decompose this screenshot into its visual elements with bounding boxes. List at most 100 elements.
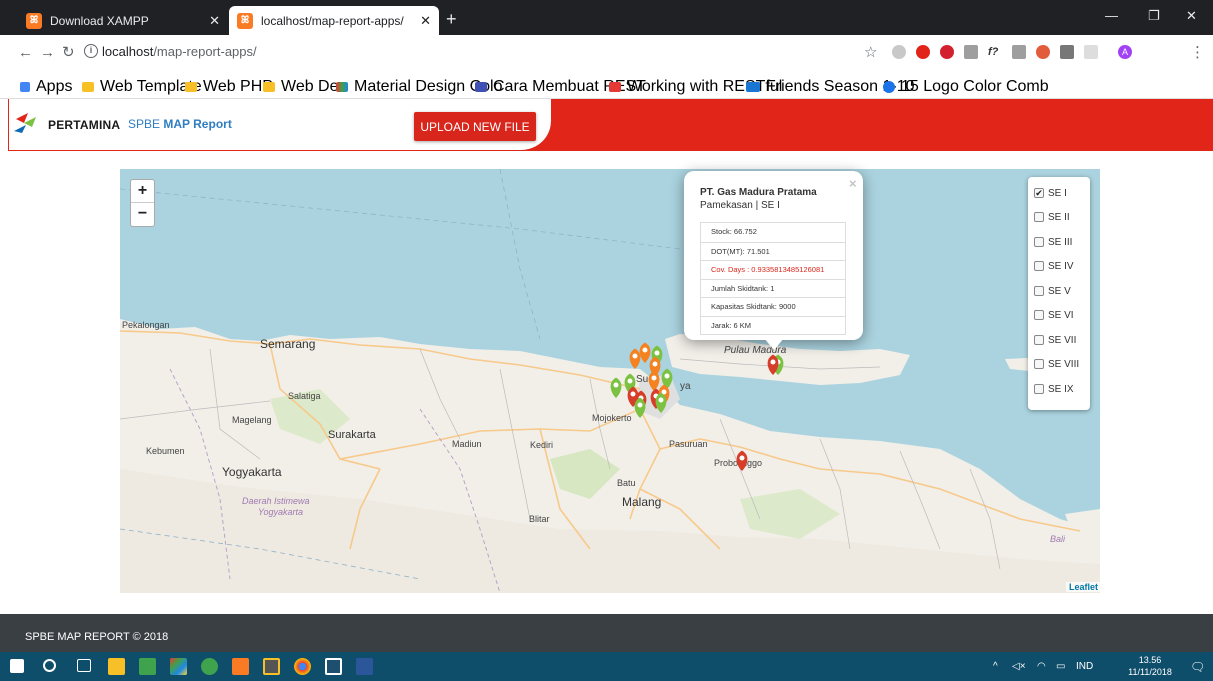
map-marker[interactable] [648, 370, 660, 391]
popup-row-dot: DOT(MT): 71.501 [701, 241, 845, 261]
checkbox-icon[interactable] [1034, 384, 1044, 394]
popup-row-distance: Jarak: 6 KM [701, 315, 845, 335]
layer-se-2[interactable]: SE II [1034, 209, 1070, 225]
file-explorer-icon[interactable] [108, 658, 125, 675]
map-marker[interactable] [639, 342, 651, 363]
layer-se-4[interactable]: SE IV [1034, 258, 1074, 274]
popup-close-icon[interactable]: × [849, 176, 857, 191]
checkbox-icon[interactable] [1034, 237, 1044, 247]
reload-icon[interactable]: ↻ [62, 43, 75, 61]
popup-row-cov-days: Cov. Days : 0.9335813485126081 [701, 260, 845, 279]
map-marker[interactable] [736, 450, 748, 471]
tab-map-report[interactable]: ꕤ localhost/map-report-apps/ ✕ [229, 6, 439, 35]
tab-download-xampp[interactable]: ꕤ Download XAMPP ✕ [18, 6, 228, 35]
layer-se-9[interactable]: SE IX [1034, 381, 1074, 397]
bookmark-web-template[interactable]: Web Template [82, 78, 202, 96]
bookmark-logo-color[interactable]: 15 Logo Color Comb [883, 78, 1049, 96]
leaflet-attribution[interactable]: Leaflet [1066, 582, 1102, 592]
layer-se-1[interactable]: ✔ SE I [1034, 185, 1067, 201]
popup-row-skidtank-count: Jumlah Skidtank: 1 [701, 278, 845, 298]
restore-icon[interactable]: ❐ [1148, 8, 1160, 24]
bookmark-star-icon[interactable]: ☆ [864, 43, 877, 61]
checkbox-icon[interactable] [1034, 359, 1044, 369]
notifications-icon[interactable]: 🗨 [1190, 660, 1205, 674]
avatar[interactable]: A [1118, 45, 1132, 59]
forward-icon[interactable]: → [40, 44, 55, 61]
tray-chevron-icon[interactable]: ^ [993, 661, 998, 672]
checkbox-icon[interactable] [1034, 212, 1044, 222]
app-title: SPBE MAP Report [128, 117, 232, 131]
popup-row-stock: Stock: 66.752 [711, 227, 757, 236]
volume-icon[interactable]: ◁× [1012, 661, 1026, 672]
word-icon[interactable] [356, 658, 373, 675]
apps-grid-icon [20, 82, 30, 92]
adblock-icon[interactable] [940, 45, 954, 59]
fx-icon[interactable]: f? [988, 45, 1002, 59]
layer-se-8[interactable]: SE VIII [1034, 356, 1079, 372]
extension-globe-icon[interactable] [892, 45, 906, 59]
camera-icon[interactable] [1012, 45, 1026, 59]
popup-subtitle: Pamekasan | SE I [700, 200, 780, 211]
bookmark-apps[interactable]: Apps [20, 78, 72, 96]
marker-layer [610, 342, 784, 471]
checkbox-icon[interactable] [1034, 261, 1044, 271]
windows-start-icon[interactable] [10, 659, 24, 673]
pertamina-logo-icon [14, 113, 36, 133]
checkbox-icon[interactable] [1034, 335, 1044, 345]
opera-icon[interactable] [916, 45, 930, 59]
new-tab-button[interactable]: + [446, 9, 457, 30]
folder-icon [82, 82, 94, 92]
map-marker[interactable] [610, 377, 622, 398]
map-canvas[interactable]: Pekalongan Semarang Salatiga Magelang Su… [120, 169, 1100, 593]
checkbox-icon[interactable] [1034, 310, 1044, 320]
taskbar-clock[interactable]: 13.56 11/11/2018 [1120, 654, 1180, 678]
menu-icon[interactable]: ⋮ [1190, 43, 1205, 61]
brand-name: PERTAMINA [48, 118, 121, 132]
layer-se-7[interactable]: SE VII [1034, 332, 1076, 348]
page-footer: SPBE MAP REPORT © 2018 [0, 614, 1213, 652]
battery-icon[interactable]: ▭ [1056, 661, 1065, 672]
info-icon[interactable]: i [84, 44, 98, 58]
circle-icon [883, 81, 895, 93]
checkbox-icon[interactable] [1034, 286, 1044, 296]
sublime-icon[interactable] [263, 658, 280, 675]
chrome-icon[interactable] [294, 658, 311, 675]
extension-icon[interactable] [1084, 45, 1098, 59]
app-green-icon[interactable] [139, 658, 156, 675]
close-tab-icon[interactable]: ✕ [420, 13, 431, 29]
pahe-icon [746, 82, 760, 92]
utorrent-icon[interactable] [201, 658, 218, 675]
close-window-icon[interactable]: ✕ [1186, 8, 1197, 24]
terminal-icon[interactable] [325, 658, 342, 675]
wifi-icon[interactable]: ◠ [1037, 661, 1046, 672]
close-tab-icon[interactable]: ✕ [209, 13, 220, 29]
minimize-icon[interactable]: — [1105, 8, 1118, 23]
zoom-in-button[interactable]: + [131, 180, 154, 203]
zoom-out-button[interactable]: − [131, 203, 154, 226]
search-icon[interactable] [43, 659, 56, 672]
task-view-icon[interactable] [77, 659, 91, 672]
layer-se-5[interactable]: SE V [1034, 283, 1071, 299]
footer-text: SPBE MAP REPORT © 2018 [25, 631, 169, 643]
url-host: localhost [102, 44, 154, 59]
layer-se-3[interactable]: SE III [1034, 234, 1072, 250]
checkbox-checked-icon[interactable]: ✔ [1034, 188, 1044, 198]
layer-se-6[interactable]: SE VI [1034, 307, 1074, 323]
xampp-taskbar-icon[interactable] [232, 658, 249, 675]
app-colorful-icon[interactable] [170, 658, 187, 675]
bookmark-web-dev[interactable]: Web Dev [263, 78, 347, 96]
eyedropper-icon[interactable] [964, 45, 978, 59]
popup-title: PT. Gas Madura Pratama [700, 187, 817, 198]
popup-tip [764, 338, 784, 350]
zoom-control: + − [130, 179, 155, 227]
map-marker[interactable] [629, 348, 641, 369]
shield-icon[interactable] [1036, 45, 1050, 59]
language-indicator[interactable]: IND [1076, 661, 1093, 672]
address-bar[interactable]: localhost/map-report-apps/ [102, 44, 257, 59]
upload-new-file-button[interactable]: UPLOAD NEW FILE [414, 112, 536, 141]
tools-icon[interactable] [1060, 45, 1074, 59]
bookmark-web-php[interactable]: Web PHP [185, 78, 273, 96]
back-icon[interactable]: ← [18, 44, 33, 61]
folder-icon [185, 82, 197, 92]
xampp-icon: ꕤ [26, 12, 42, 29]
